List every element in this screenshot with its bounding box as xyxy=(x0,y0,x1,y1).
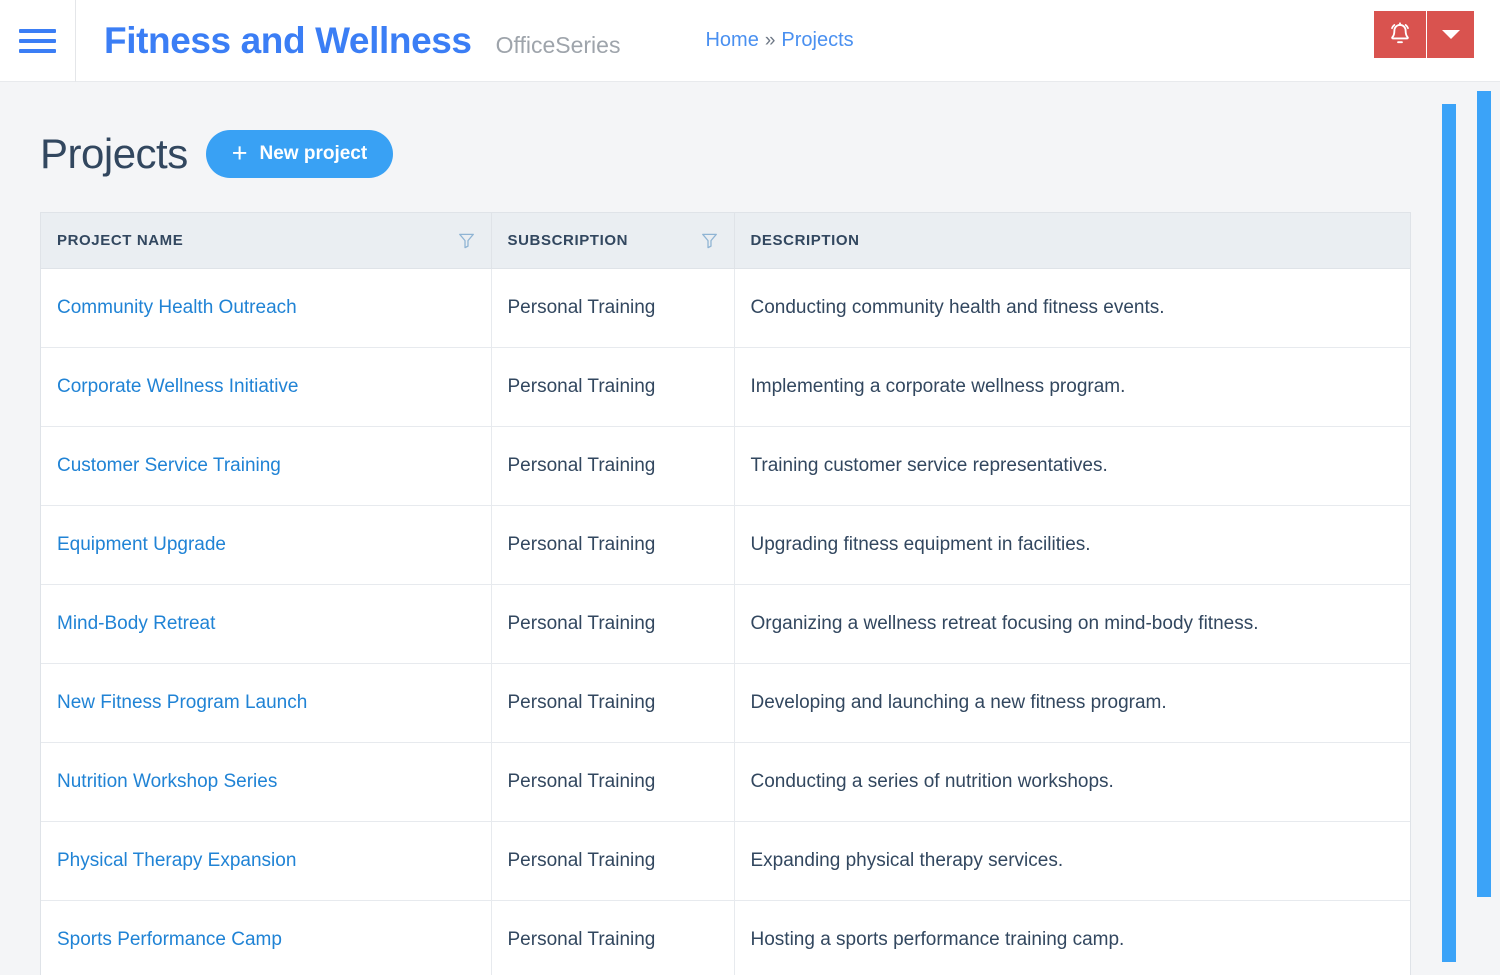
cell-project-name: Equipment Upgrade xyxy=(41,505,492,585)
cell-project-name: Mind-Body Retreat xyxy=(41,584,492,664)
project-name-link[interactable]: Community Health Outreach xyxy=(57,297,297,318)
cell-subscription: Personal Training xyxy=(491,268,735,348)
new-project-button[interactable]: + New project xyxy=(205,130,394,178)
breadcrumb-separator-icon: » xyxy=(764,30,776,51)
inner-vertical-scrollbar[interactable] xyxy=(1442,104,1456,962)
notification-button[interactable] xyxy=(1374,11,1427,58)
cell-description: Organizing a wellness retreat focusing o… xyxy=(734,584,1410,664)
cell-project-name: Physical Therapy Expansion xyxy=(41,821,492,901)
cell-subscription: Personal Training xyxy=(491,584,735,664)
project-name-link[interactable]: Mind-Body Retreat xyxy=(57,613,215,634)
project-name-link[interactable]: New Fitness Program Launch xyxy=(57,692,307,713)
header-actions xyxy=(1374,11,1474,58)
table-row: Sports Performance Camp Personal Training… xyxy=(41,900,1410,975)
page-title: Projects xyxy=(40,130,188,177)
cell-description: Expanding physical therapy services. xyxy=(734,821,1410,901)
hamburger-menu-icon[interactable] xyxy=(0,0,76,82)
table-row: Customer Service Training Personal Traini… xyxy=(41,426,1410,506)
cell-project-name: Sports Performance Camp xyxy=(41,900,492,975)
project-name-link[interactable]: Sports Performance Camp xyxy=(57,929,282,950)
cell-description: Developing and launching a new fitness p… xyxy=(734,663,1410,743)
cell-project-name: Customer Service Training xyxy=(41,426,492,506)
projects-table-card: PROJECT NAME SUBSCRIPTION DESCRIPTION Co… xyxy=(40,212,1411,975)
chevron-down-icon xyxy=(1441,30,1460,39)
app-subtitle: OfficeSeries xyxy=(495,31,621,58)
cell-description: Upgrading fitness equipment in facilitie… xyxy=(734,505,1410,585)
column-header-label: SUBSCRIPTION xyxy=(507,231,629,249)
project-name-link[interactable]: Nutrition Workshop Series xyxy=(57,771,277,792)
cell-description: Training customer service representative… xyxy=(734,426,1410,506)
projects-table: PROJECT NAME SUBSCRIPTION DESCRIPTION Co… xyxy=(41,213,1410,975)
cell-project-name: Community Health Outreach xyxy=(41,268,492,348)
hamburger-line xyxy=(19,48,56,53)
table-header-row: PROJECT NAME SUBSCRIPTION DESCRIPTION xyxy=(41,213,1410,269)
cell-description: Implementing a corporate wellness progra… xyxy=(734,347,1410,427)
cell-subscription: Personal Training xyxy=(491,663,735,743)
cell-description: Conducting a series of nutrition worksho… xyxy=(734,742,1410,822)
project-name-link[interactable]: Equipment Upgrade xyxy=(57,534,226,555)
table-row: Community Health Outreach Personal Traini… xyxy=(41,268,1410,348)
plus-icon: + xyxy=(231,137,248,168)
filter-funnel-icon[interactable] xyxy=(701,232,718,249)
cell-subscription: Personal Training xyxy=(491,347,735,427)
project-name-link[interactable]: Corporate Wellness Initiative xyxy=(57,376,298,397)
brand: Fitness and Wellness OfficeSeries xyxy=(76,20,620,62)
cell-project-name: Nutrition Workshop Series xyxy=(41,742,492,822)
table-row: New Fitness Program Launch Personal Train… xyxy=(41,663,1410,743)
cell-description: Hosting a sports performance training ca… xyxy=(734,900,1410,975)
cell-description: Conducting community health and fitness … xyxy=(734,268,1410,348)
cell-project-name: Corporate Wellness Initiative xyxy=(41,347,492,427)
project-name-link[interactable]: Customer Service Training xyxy=(57,455,281,476)
cell-subscription: Personal Training xyxy=(491,426,735,506)
table-header: PROJECT NAME SUBSCRIPTION DESCRIPTION xyxy=(41,213,1410,269)
cell-subscription: Personal Training xyxy=(491,742,735,822)
table-body: Community Health Outreach Personal Traini… xyxy=(41,268,1410,975)
cell-subscription: Personal Training xyxy=(491,505,735,585)
table-row: Physical Therapy Expansion Personal Train… xyxy=(41,821,1410,901)
top-header-bar: Fitness and Wellness OfficeSeries Home »… xyxy=(0,0,1500,82)
new-project-label: New project xyxy=(259,143,368,164)
table-row: Corporate Wellness Initiative Personal Tr… xyxy=(41,347,1410,427)
hamburger-line xyxy=(19,28,56,33)
app-title: Fitness and Wellness xyxy=(104,19,472,61)
column-header-description[interactable]: DESCRIPTION xyxy=(734,213,1410,269)
column-header-label: PROJECT NAME xyxy=(57,231,184,249)
cell-subscription: Personal Training xyxy=(491,900,735,975)
breadcrumb-link-projects[interactable]: Projects xyxy=(781,29,853,52)
page-content: Projects + New project PROJECT NAME SUBS… xyxy=(0,82,1500,975)
table-row: Nutrition Workshop Series Personal Traini… xyxy=(41,742,1410,822)
breadcrumb: Home » Projects xyxy=(705,29,853,52)
bell-icon xyxy=(1391,22,1409,44)
project-name-link[interactable]: Physical Therapy Expansion xyxy=(57,850,296,871)
cell-subscription: Personal Training xyxy=(491,821,735,901)
outer-vertical-scrollbar[interactable] xyxy=(1477,91,1491,897)
notification-dropdown-button[interactable] xyxy=(1427,11,1474,58)
filter-funnel-icon[interactable] xyxy=(458,232,475,249)
table-row: Mind-Body Retreat Personal Training Organi… xyxy=(41,584,1410,664)
page-header: Projects + New project xyxy=(0,82,1500,178)
column-header-project-name[interactable]: PROJECT NAME xyxy=(41,213,492,269)
column-header-subscription[interactable]: SUBSCRIPTION xyxy=(491,213,735,269)
table-row: Equipment Upgrade Personal Training Upgrad… xyxy=(41,505,1410,585)
column-header-label: DESCRIPTION xyxy=(750,231,860,249)
hamburger-line xyxy=(19,38,56,43)
breadcrumb-link-home[interactable]: Home xyxy=(705,29,758,52)
cell-project-name: New Fitness Program Launch xyxy=(41,663,492,743)
